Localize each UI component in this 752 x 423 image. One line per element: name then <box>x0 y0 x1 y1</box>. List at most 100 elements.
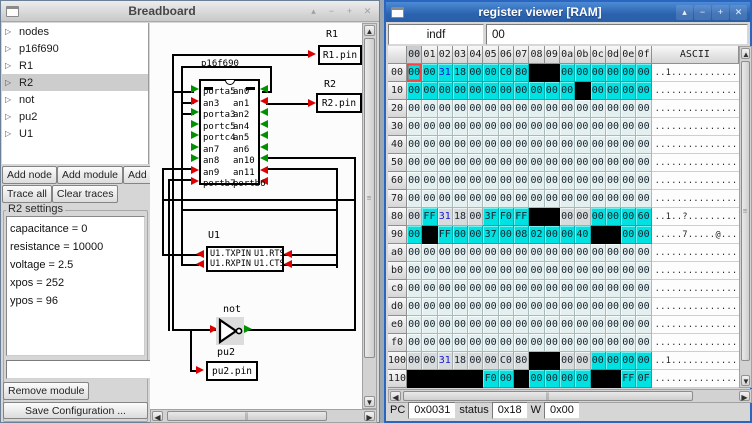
canvas-hscrollbar[interactable]: ◀ ∥ ▶ <box>150 409 377 423</box>
reg-cell-d0-0c[interactable]: 00 <box>591 298 606 316</box>
reg-cell-00-00[interactable]: 00 <box>407 64 422 82</box>
tree-item-R1[interactable]: ▷R1 <box>2 57 148 74</box>
not-gate-pad[interactable] <box>216 317 244 345</box>
reg-cell-c0-0a[interactable]: 00 <box>560 280 575 298</box>
reg-cell-90-09[interactable]: 00 <box>545 226 560 244</box>
close-button[interactable]: ✕ <box>359 4 376 19</box>
reg-cell-60-05[interactable]: 00 <box>483 172 498 190</box>
reg-cell-70-09[interactable]: 00 <box>545 190 560 208</box>
reg-cell-60-0e[interactable]: 00 <box>621 172 636 190</box>
reg-cell-e0-00[interactable]: 00 <box>407 316 422 334</box>
reg-cell-00-05[interactable]: 00 <box>483 64 498 82</box>
reg-cell-50-05[interactable]: 00 <box>483 154 498 172</box>
reg-cell-40-0a[interactable]: 00 <box>560 136 575 154</box>
reg-cell-40-0c[interactable]: 00 <box>591 136 606 154</box>
reg-cell-60-0a[interactable]: 00 <box>560 172 575 190</box>
reg-cell-90-01[interactable] <box>422 226 437 244</box>
reg-cell-80-06[interactable]: F0 <box>499 208 514 226</box>
reg-cell-30-0c[interactable]: 00 <box>591 118 606 136</box>
r2-pin-box[interactable]: R2.pin <box>316 93 362 113</box>
reg-cell-c0-04[interactable]: 00 <box>468 280 483 298</box>
reg-cell-30-06[interactable]: 00 <box>499 118 514 136</box>
reg-cell-d0-05[interactable]: 00 <box>483 298 498 316</box>
reg-cell-80-03[interactable]: 18 <box>453 208 468 226</box>
tree-item-nodes[interactable]: ▷nodes <box>2 23 148 40</box>
reg-cell-f0-00[interactable]: 00 <box>407 334 422 352</box>
reg-cell-10-03[interactable]: 00 <box>453 82 468 100</box>
reg-cell-b0-0a[interactable]: 00 <box>560 262 575 280</box>
reg-cell-f0-06[interactable]: 00 <box>499 334 514 352</box>
reg-cell-80-09[interactable] <box>545 208 560 226</box>
reg-cell-90-0a[interactable]: 00 <box>560 226 575 244</box>
reg-cell-00-0b[interactable]: 00 <box>575 64 590 82</box>
reg-cell-70-08[interactable]: 00 <box>529 190 544 208</box>
reg-cell-80-0f[interactable]: 60 <box>636 208 651 226</box>
reg-cell-100-05[interactable]: 00 <box>483 352 498 370</box>
reg-cell-110-0e[interactable]: FF <box>621 370 636 388</box>
reg-cell-110-0d[interactable] <box>606 370 621 388</box>
register-value-entry[interactable]: 00 <box>486 24 748 45</box>
add-module-button[interactable]: Add module <box>57 166 123 184</box>
breadboard-canvas[interactable]: p16f690 porta5an3porta3portc5portc4an7an… <box>150 23 362 409</box>
reg-cell-a0-0e[interactable]: 00 <box>621 244 636 262</box>
reg-cell-40-02[interactable]: 00 <box>438 136 453 154</box>
reg-cell-d0-02[interactable]: 00 <box>438 298 453 316</box>
reg-cell-b0-0f[interactable]: 00 <box>636 262 651 280</box>
reg-cell-80-0a[interactable]: 00 <box>560 208 575 226</box>
reg-cell-60-08[interactable]: 00 <box>529 172 544 190</box>
reg-cell-80-08[interactable] <box>529 208 544 226</box>
expander-icon[interactable]: ▷ <box>5 61 13 70</box>
reg-cell-f0-04[interactable]: 00 <box>468 334 483 352</box>
clear-traces-button[interactable]: Clear traces <box>52 185 119 203</box>
reg-cell-40-04[interactable]: 00 <box>468 136 483 154</box>
reg-cell-10-09[interactable]: 00 <box>545 82 560 100</box>
remove-module-button[interactable]: Remove module <box>3 382 89 400</box>
reg-cell-30-02[interactable]: 00 <box>438 118 453 136</box>
reg-cell-f0-09[interactable]: 00 <box>545 334 560 352</box>
reg-cell-100-0f[interactable]: 00 <box>636 352 651 370</box>
reg-cell-b0-00[interactable]: 00 <box>407 262 422 280</box>
breadboard-titlebar[interactable]: Breadboard ▴−+✕ <box>1 1 379 22</box>
shade-button[interactable]: ▴ <box>305 4 322 19</box>
reg-cell-110-0f[interactable]: 0F <box>636 370 651 388</box>
reg-cell-70-00[interactable]: 00 <box>407 190 422 208</box>
reg-cell-00-07[interactable]: 80 <box>514 64 529 82</box>
reg-cell-a0-0a[interactable]: 00 <box>560 244 575 262</box>
reg-cell-40-03[interactable]: 00 <box>453 136 468 154</box>
reg-cell-b0-02[interactable]: 00 <box>438 262 453 280</box>
reg-cell-40-0e[interactable]: 00 <box>621 136 636 154</box>
reg-cell-20-06[interactable]: 00 <box>499 100 514 118</box>
reg-cell-40-09[interactable]: 00 <box>545 136 560 154</box>
minimize-button[interactable]: − <box>323 4 340 19</box>
reg-cell-80-0b[interactable]: 00 <box>575 208 590 226</box>
reg-cell-00-0c[interactable]: 00 <box>591 64 606 82</box>
reg-cell-40-05[interactable]: 00 <box>483 136 498 154</box>
reg-cell-20-0b[interactable]: 00 <box>575 100 590 118</box>
tree-item-p16f690[interactable]: ▷p16f690 <box>2 40 148 57</box>
reg-cell-b0-06[interactable]: 00 <box>499 262 514 280</box>
expander-icon[interactable]: ▷ <box>5 95 13 104</box>
reg-cell-d0-04[interactable]: 00 <box>468 298 483 316</box>
reg-cell-60-04[interactable]: 00 <box>468 172 483 190</box>
reg-cell-10-06[interactable]: 00 <box>499 82 514 100</box>
reg-cell-c0-07[interactable]: 00 <box>514 280 529 298</box>
reg-cell-80-0d[interactable]: 00 <box>606 208 621 226</box>
reg-cell-50-0b[interactable]: 00 <box>575 154 590 172</box>
reg-cell-00-04[interactable]: 00 <box>468 64 483 82</box>
reg-cell-10-0d[interactable]: 00 <box>606 82 621 100</box>
reg-cell-40-0b[interactable]: 00 <box>575 136 590 154</box>
reg-cell-b0-0c[interactable]: 00 <box>591 262 606 280</box>
reg-cell-b0-08[interactable]: 00 <box>529 262 544 280</box>
reg-cell-30-03[interactable]: 00 <box>453 118 468 136</box>
reg-cell-60-0b[interactable]: 00 <box>575 172 590 190</box>
reg-cell-20-01[interactable]: 00 <box>422 100 437 118</box>
reg-cell-70-0f[interactable]: 00 <box>636 190 651 208</box>
reg-cell-a0-01[interactable]: 00 <box>422 244 437 262</box>
reg-cell-110-00[interactable] <box>407 370 422 388</box>
reg-cell-00-02[interactable]: 31 <box>438 64 453 82</box>
reg-cell-70-05[interactable]: 00 <box>483 190 498 208</box>
reg-cell-a0-04[interactable]: 00 <box>468 244 483 262</box>
reg-cell-30-0b[interactable]: 00 <box>575 118 590 136</box>
reg-cell-20-0f[interactable]: 00 <box>636 100 651 118</box>
reg-cell-60-02[interactable]: 00 <box>438 172 453 190</box>
